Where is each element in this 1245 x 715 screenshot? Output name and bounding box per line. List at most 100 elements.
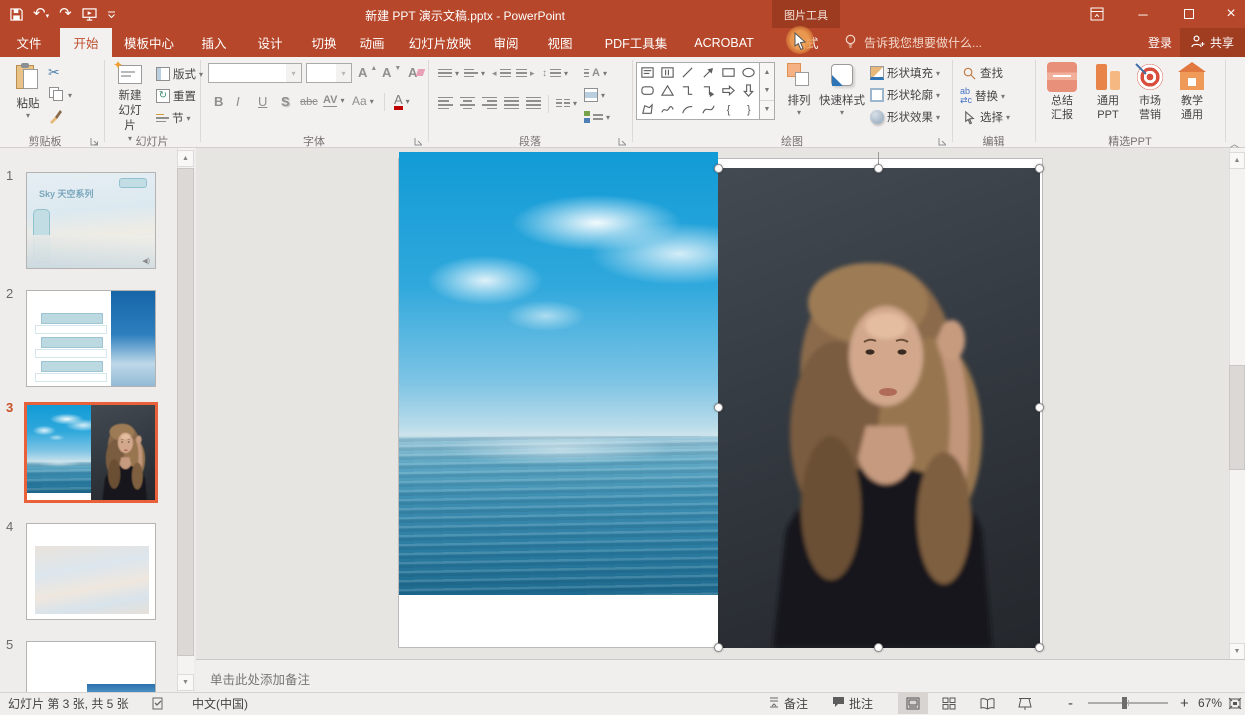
tab-home[interactable]: 开始	[60, 28, 112, 57]
shape-textbox-icon[interactable]	[637, 63, 657, 82]
clear-formatting-button[interactable]: A	[408, 65, 424, 80]
slide-counter[interactable]: 幻灯片 第 3 张, 共 5 张	[8, 692, 129, 714]
increase-indent-button[interactable]: ▸	[516, 66, 535, 80]
tell-me-search[interactable]: 告诉我您想要做什么...	[844, 28, 982, 57]
select-button[interactable]: 选择▾	[962, 109, 1010, 125]
shapes-gallery-scroll[interactable]: ▲ ▼ ▼	[760, 62, 775, 120]
distribute-button[interactable]	[526, 96, 541, 110]
featured-general-ppt[interactable]: 通用PPT	[1086, 62, 1130, 123]
tab-view[interactable]: 视图	[536, 28, 584, 57]
shape-right-brace-icon[interactable]: }	[739, 100, 759, 119]
shape-rounded-rectangle-icon[interactable]	[637, 82, 657, 101]
zoom-slider-thumb[interactable]	[1122, 697, 1127, 709]
numbering-button[interactable]: ▾	[464, 66, 485, 80]
new-slide-button[interactable]: ✦ 新建幻灯片 ▾	[108, 63, 152, 143]
featured-education[interactable]: 教学通用	[1170, 62, 1214, 123]
gallery-down-icon[interactable]: ▼	[760, 81, 774, 99]
tab-design[interactable]: 设计	[246, 28, 294, 57]
format-painter-button[interactable]	[48, 108, 64, 127]
columns-button[interactable]: ▾	[556, 96, 577, 110]
tab-file[interactable]: 文件	[8, 28, 50, 57]
ocean-sky-image[interactable]	[399, 152, 718, 595]
notes-toggle[interactable]: 备注	[768, 692, 808, 714]
clipboard-dialog-launcher[interactable]	[90, 135, 100, 145]
shape-elbow-arrow-icon[interactable]	[698, 82, 718, 101]
cut-button[interactable]: ✂	[48, 64, 60, 81]
shape-right-arrow-icon[interactable]	[718, 82, 738, 101]
shape-freeform-icon[interactable]	[637, 100, 657, 119]
shape-down-arrow-icon[interactable]	[739, 82, 759, 101]
panel-scroll-up-icon[interactable]: ▲	[177, 150, 194, 167]
find-button[interactable]: 查找	[962, 65, 1003, 81]
shape-arrow-icon[interactable]	[698, 63, 718, 82]
align-right-button[interactable]	[482, 96, 497, 110]
shape-oval-icon[interactable]	[739, 63, 759, 82]
section-button[interactable]: 节▾	[156, 110, 191, 126]
comments-toggle[interactable]: 批注	[832, 692, 873, 714]
shape-curve-icon[interactable]	[698, 100, 718, 119]
shape-rectangle-icon[interactable]	[718, 63, 738, 82]
align-text-button[interactable]: ▾	[584, 88, 605, 102]
strikethrough-button[interactable]: abc	[300, 96, 318, 108]
zoom-slider[interactable]	[1088, 692, 1168, 714]
tab-slide-show[interactable]: 幻灯片放映	[400, 28, 480, 57]
tab-acrobat[interactable]: ACROBAT	[682, 28, 766, 57]
spell-check-icon[interactable]	[152, 692, 165, 714]
convert-smartart-button[interactable]: ▾	[584, 110, 610, 124]
panel-scroll-down-icon[interactable]: ▼	[177, 674, 194, 691]
canvas-scrollbar-thumb[interactable]	[1229, 365, 1245, 470]
shape-vertical-textbox-icon[interactable]	[657, 63, 677, 82]
character-spacing-button[interactable]: AV	[323, 94, 337, 107]
text-shadow-button[interactable]: S	[281, 94, 290, 109]
bullets-button[interactable]: ▾	[438, 66, 459, 80]
notes-placeholder[interactable]: 单击此处添加备注	[210, 669, 310, 688]
tab-insert[interactable]: 插入	[190, 28, 238, 57]
shape-elbow-connector-icon[interactable]	[678, 82, 698, 101]
paragraph-dialog-launcher[interactable]	[618, 135, 628, 145]
shape-left-brace-icon[interactable]: {	[718, 100, 738, 119]
resize-handle-top-center[interactable]	[874, 164, 883, 173]
slideshow-view-button[interactable]	[1010, 692, 1040, 714]
resize-handle-top-right[interactable]	[1035, 164, 1044, 173]
paste-button[interactable]: 粘贴 ▾	[10, 63, 46, 120]
tab-pdf-tools[interactable]: PDF工具集	[596, 28, 676, 57]
copy-dropdown[interactable]: ▾	[68, 91, 72, 100]
resize-handle-middle-right[interactable]	[1035, 403, 1044, 412]
shape-outline-button[interactable]: 形状轮廓▾	[870, 87, 940, 103]
reading-view-button[interactable]	[972, 692, 1002, 714]
drawing-dialog-launcher[interactable]	[938, 135, 948, 145]
slide-editing-canvas[interactable]	[196, 148, 1229, 659]
shape-effects-button[interactable]: 形状效果▾	[870, 109, 940, 125]
change-case-button[interactable]: Aa	[352, 94, 367, 108]
shapes-gallery[interactable]: { }	[636, 62, 760, 120]
tab-template-center[interactable]: 模板中心	[118, 28, 180, 57]
gallery-more-icon[interactable]: ▼	[760, 100, 774, 119]
slide-2-thumbnail[interactable]	[26, 290, 156, 387]
italic-button[interactable]: I	[236, 94, 240, 109]
canvas-scroll-down-icon[interactable]: ▼	[1229, 643, 1245, 660]
underline-button[interactable]: U	[258, 94, 267, 109]
tab-review[interactable]: 审阅	[482, 28, 530, 57]
shape-arc-icon[interactable]	[678, 100, 698, 119]
grow-font-button[interactable]: A▲	[358, 65, 377, 80]
slide-sorter-view-button[interactable]	[934, 692, 964, 714]
resize-handle-top-left[interactable]	[714, 164, 723, 173]
zoom-level[interactable]: 67%	[1198, 692, 1222, 714]
reset-button[interactable]: ↻ 重置	[156, 88, 196, 104]
shape-fill-button[interactable]: 形状填充▾	[870, 65, 940, 81]
canvas-scroll-up-icon[interactable]: ▲	[1229, 152, 1245, 169]
panel-scrollbar-thumb[interactable]	[177, 168, 194, 656]
resize-handle-bottom-left[interactable]	[714, 643, 723, 652]
slide-4-thumbnail[interactable]	[26, 523, 156, 620]
tab-transitions[interactable]: 切换	[300, 28, 348, 57]
resize-handle-bottom-center[interactable]	[874, 643, 883, 652]
shape-triangle-icon[interactable]	[657, 82, 677, 101]
layout-button[interactable]: 版式▾	[156, 66, 203, 82]
shape-line-icon[interactable]	[678, 63, 698, 82]
copy-button[interactable]	[49, 87, 63, 101]
language-indicator[interactable]: 中文(中国)	[192, 692, 248, 714]
minimize-button[interactable]: ─	[1126, 0, 1160, 28]
tab-animations[interactable]: 动画	[348, 28, 396, 57]
font-size-combo[interactable]: ▾	[306, 63, 352, 83]
resize-handle-bottom-right[interactable]	[1035, 643, 1044, 652]
